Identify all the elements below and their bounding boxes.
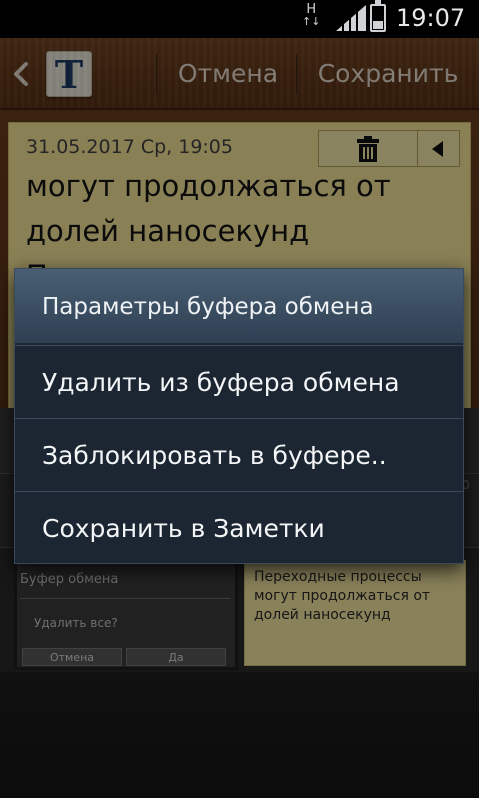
menu-item-label: Заблокировать в буфере.. [42, 441, 387, 470]
clipboard-options-menu: Параметры буфера обмена Удалить из буфер… [14, 268, 464, 564]
battery-icon [370, 0, 386, 32]
menu-item-label: Удалить из буфера обмена [42, 368, 400, 397]
menu-title: Параметры буфера обмена [42, 294, 374, 320]
menu-item-delete-from-clipboard[interactable]: Удалить из буфера обмена [15, 345, 463, 418]
menu-header: Параметры буфера обмена [15, 269, 463, 345]
status-bar: H ↑↓ 19:07 [0, 0, 479, 38]
menu-item-label: Сохранить в Заметки [42, 514, 325, 543]
signal-bars-icon [336, 5, 366, 31]
menu-item-save-to-notes[interactable]: Сохранить в Заметки [15, 491, 463, 564]
network-type-indicator: H ↑↓ [302, 2, 321, 28]
menu-item-lock-in-clipboard[interactable]: Заблокировать в буфере.. [15, 418, 463, 491]
clock: 19:07 [396, 4, 466, 32]
